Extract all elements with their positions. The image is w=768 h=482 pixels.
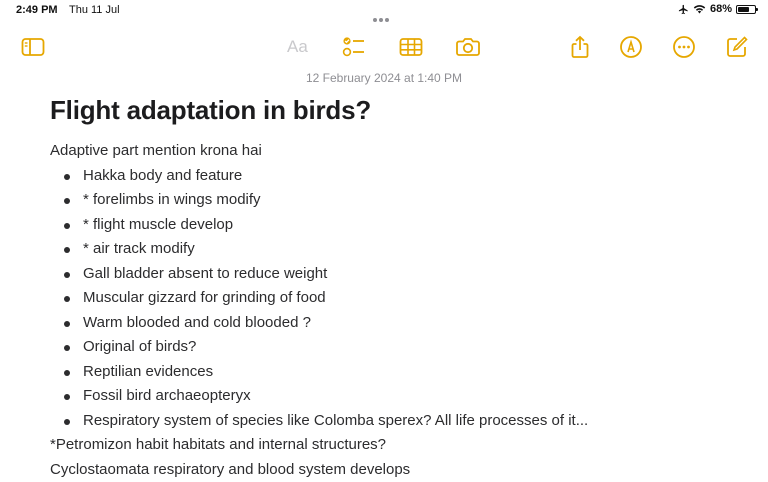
bullet-item[interactable]: Original of birds?	[50, 335, 750, 360]
note-text-line[interactable]: Cyclostaomata respiratory and blood syst…	[50, 458, 750, 482]
bullet-item[interactable]: Reptilian evidences	[50, 360, 750, 385]
bullet-item[interactable]: * forelimbs in wings modify	[50, 188, 750, 213]
bullet-item[interactable]: * air track modify	[50, 237, 750, 262]
bullet-item[interactable]: Gall bladder absent to reduce weight	[50, 262, 750, 287]
table-icon	[399, 37, 423, 57]
more-icon	[672, 35, 696, 59]
wifi-icon	[693, 4, 706, 14]
battery-percent: 68%	[710, 3, 732, 15]
bullet-item[interactable]: Hakka body and feature	[50, 164, 750, 189]
bullet-item[interactable]: Warm blooded and cold blooded ?	[50, 311, 750, 336]
note-timestamp: 12 February 2024 at 1:40 PM	[0, 71, 768, 85]
battery-icon	[736, 5, 756, 14]
camera-button[interactable]	[455, 34, 481, 60]
bullet-item[interactable]: * flight muscle develop	[50, 213, 750, 238]
camera-icon	[455, 37, 481, 57]
markup-icon	[619, 35, 643, 59]
bullet-list: Hakka body and feature * forelimbs in wi…	[50, 164, 750, 434]
compose-icon	[725, 35, 749, 59]
bullet-item[interactable]: Muscular gizzard for grinding of food	[50, 286, 750, 311]
status-date: Thu 11 Jul	[69, 4, 120, 16]
checklist-icon	[342, 36, 366, 58]
bullet-item[interactable]: Fossil bird archaeopteryx	[50, 384, 750, 409]
more-button[interactable]	[671, 34, 697, 60]
bullet-item[interactable]: Respiratory system of species like Colom…	[50, 409, 750, 434]
status-bar: 2:49 PM Thu 11 Jul 68%	[0, 0, 768, 22]
share-icon	[570, 35, 590, 59]
note-title[interactable]: Flight adaptation in birds?	[50, 95, 371, 126]
note-intro-line[interactable]: Adaptive part mention krona hai	[50, 139, 750, 164]
sidebar-icon	[21, 37, 45, 57]
airplane-icon	[678, 4, 689, 15]
status-time: 2:49 PM	[16, 4, 58, 16]
note-text-line[interactable]: *Petromizon habit habitats and internal …	[50, 433, 750, 458]
status-indicators: 68%	[678, 3, 756, 15]
note-body[interactable]: Adaptive part mention krona hai Hakka bo…	[50, 139, 750, 482]
markup-button[interactable]	[618, 34, 644, 60]
multitasking-dots-icon[interactable]	[373, 9, 395, 13]
table-button[interactable]	[398, 34, 424, 60]
checklist-button[interactable]	[341, 34, 367, 60]
share-button[interactable]	[567, 34, 593, 60]
note-toolbar: Aa	[0, 30, 768, 62]
compose-button[interactable]	[724, 34, 750, 60]
sidebar-button[interactable]	[20, 34, 46, 60]
text-format-button[interactable]: Aa	[287, 37, 308, 57]
